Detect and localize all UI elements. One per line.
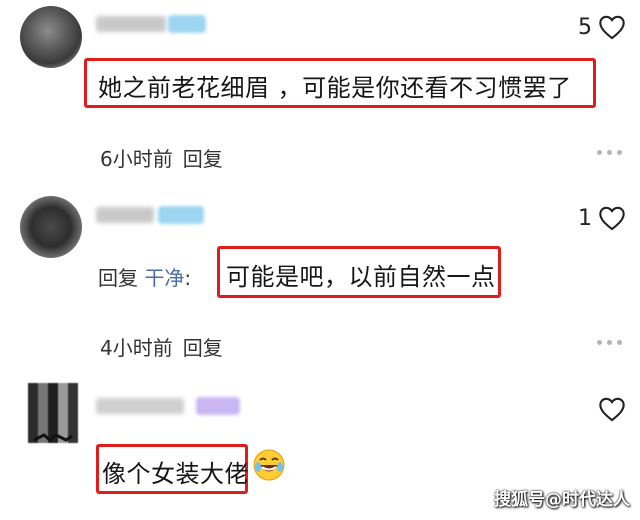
comment-3: 像个女装大佬 [0,0,640,520]
avatar-hand-icon [33,433,73,442]
heart-icon [599,397,625,422]
comment-text: 像个女装大佬 [102,460,249,488]
watermark: 搜狐号@时代达人 [494,490,630,510]
like-button[interactable] [592,396,626,422]
user-badge-blurred [196,397,240,415]
username-blurred[interactable] [96,398,184,414]
laughing-crying-emoji-icon [253,449,285,481]
